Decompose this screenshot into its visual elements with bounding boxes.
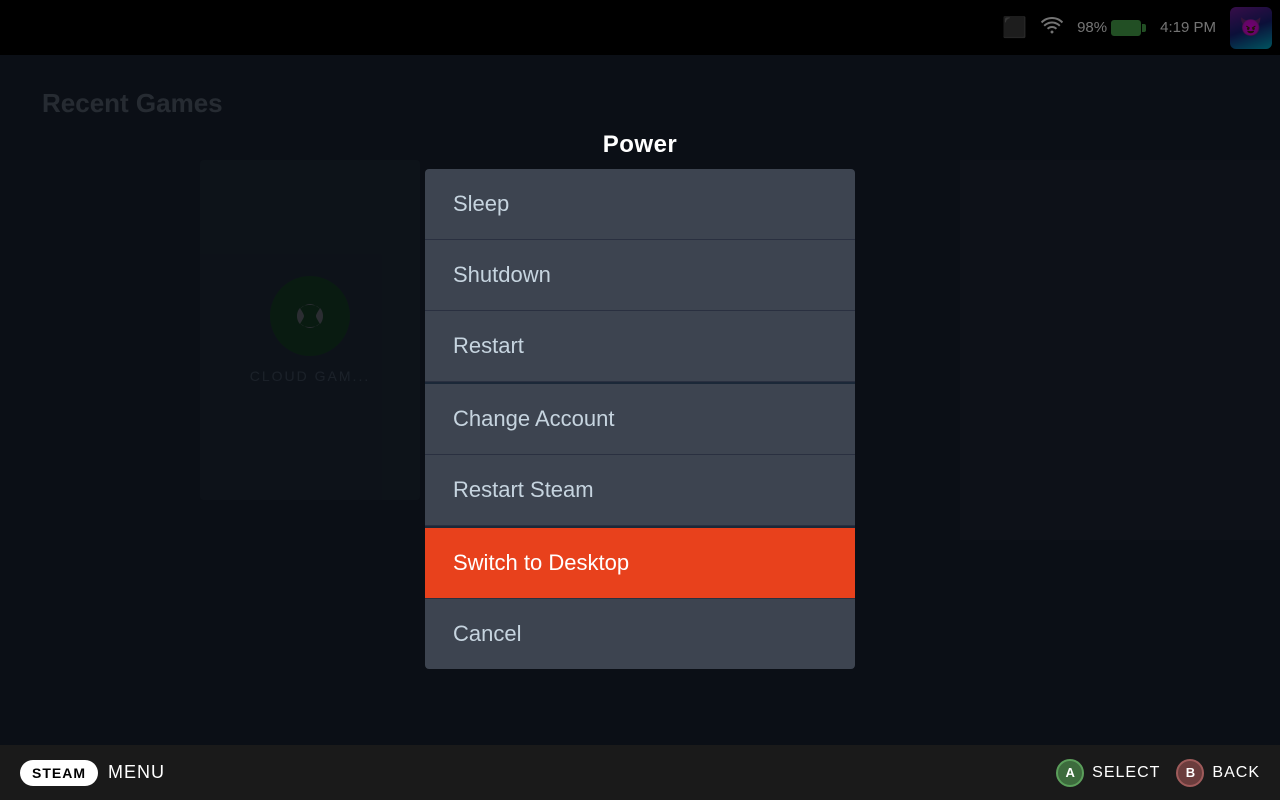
menu-item-shutdown[interactable]: Shutdown — [425, 240, 855, 311]
back-control[interactable]: B BACK — [1176, 759, 1260, 787]
dialog-title: Power — [603, 131, 678, 159]
menu-label: MENU — [108, 762, 165, 783]
menu-item-change-account[interactable]: Change Account — [425, 382, 855, 455]
shutdown-label: Shutdown — [453, 262, 551, 288]
b-button[interactable]: B — [1176, 759, 1204, 787]
select-control[interactable]: A SELECT — [1056, 759, 1160, 787]
modal-overlay: Power Sleep Shutdown Restart Change Acco… — [0, 0, 1280, 800]
back-label: BACK — [1212, 764, 1260, 782]
change-account-label: Change Account — [453, 406, 614, 432]
switch-to-desktop-label: Switch to Desktop — [453, 550, 629, 576]
a-button[interactable]: A — [1056, 759, 1084, 787]
menu-item-sleep[interactable]: Sleep — [425, 169, 855, 240]
restart-label: Restart — [453, 333, 524, 359]
menu-item-switch-to-desktop[interactable]: Switch to Desktop — [425, 526, 855, 599]
steam-pill[interactable]: STEAM — [20, 760, 98, 786]
cancel-label: Cancel — [453, 621, 521, 647]
menu-item-cancel[interactable]: Cancel — [425, 599, 855, 669]
right-controls: A SELECT B BACK — [1056, 759, 1260, 787]
steam-menu-button[interactable]: STEAM MENU — [20, 760, 165, 786]
bottom-bar: STEAM MENU A SELECT B BACK — [0, 745, 1280, 800]
sleep-label: Sleep — [453, 191, 509, 217]
select-label: SELECT — [1092, 764, 1160, 782]
menu-item-restart[interactable]: Restart — [425, 311, 855, 382]
menu-item-restart-steam[interactable]: Restart Steam — [425, 455, 855, 526]
power-dialog: Power Sleep Shutdown Restart Change Acco… — [425, 131, 855, 669]
restart-steam-label: Restart Steam — [453, 477, 594, 503]
menu-list: Sleep Shutdown Restart Change Account Re… — [425, 169, 855, 669]
